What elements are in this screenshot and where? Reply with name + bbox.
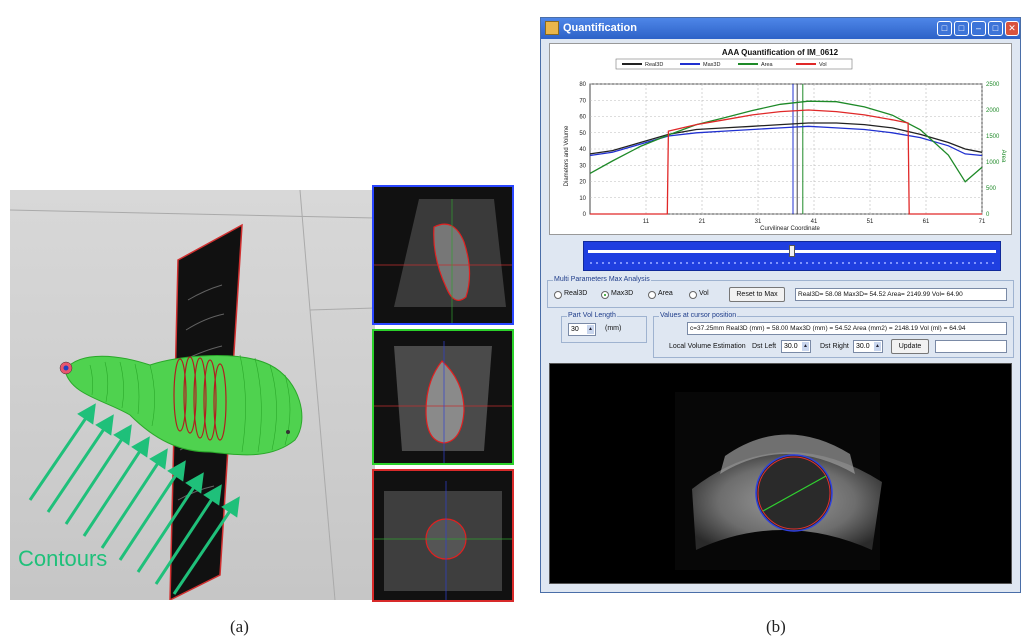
y-tick-label: 70: [579, 98, 586, 104]
spin-arrows-icon[interactable]: ▲: [587, 325, 594, 334]
dst-left-label: Dst Left: [752, 343, 777, 350]
radio-max3d[interactable]: [601, 291, 609, 299]
radio-area[interactable]: [648, 291, 656, 299]
side-view-sagittal[interactable]: [372, 329, 514, 465]
radio-real3d-label: Real3D: [564, 290, 588, 297]
chart-title: AAA Quantification of IM_0612: [722, 48, 839, 57]
y2-tick-label: 1000: [986, 160, 1000, 166]
x-tick-label: 51: [867, 219, 874, 225]
y-tick-label: 60: [579, 115, 586, 121]
radio-vol-label: Vol: [699, 290, 709, 297]
radio-real3d[interactable]: [554, 291, 562, 299]
slider-ticks: [590, 262, 996, 264]
minimize-icon[interactable]: –: [971, 21, 986, 36]
y2-tick-label: 500: [986, 186, 997, 192]
local-volume-result: [935, 340, 1007, 353]
cursor-values-label: Values at cursor position: [659, 312, 738, 319]
chart-legend: Real3D Max3D Area Vol: [615, 58, 853, 70]
caption-b: (b): [766, 617, 786, 636]
local-volume-label: Local Volume Estimation: [669, 343, 746, 350]
window-title: Quantification: [563, 22, 637, 34]
part-vol-label: Part Vol Length: [567, 312, 617, 319]
y-tick-label: 10: [579, 196, 586, 202]
title-bar[interactable]: Quantification □ □ – □ ✕: [541, 18, 1020, 39]
spin-arrows-icon[interactable]: ▲: [802, 342, 809, 351]
y-axis-label: Diameters and Volume: [564, 125, 570, 186]
update-button[interactable]: Update: [891, 339, 929, 354]
part-vol-value: 30: [571, 326, 579, 333]
quantification-window: Quantification □ □ – □ ✕ AAA Quantificat…: [540, 17, 1021, 593]
legend-label: Area: [761, 62, 774, 68]
dst-right-stepper[interactable]: 30.0 ▲: [853, 340, 883, 353]
ultrasound-view[interactable]: [549, 363, 1012, 584]
max-analysis-readout: Real3D= 58.08 Max3D= 54.52 Area= 2149.99…: [795, 288, 1007, 301]
y-tick-label: 80: [579, 82, 586, 88]
restore-icon[interactable]: □: [937, 21, 952, 36]
contours-label: Contours: [18, 546, 107, 571]
x-tick-label: 21: [699, 219, 706, 225]
legend-label: Real3D: [645, 62, 663, 68]
y2-tick-label: 2500: [986, 82, 1000, 88]
cursor-values-readout: c=37.25mm Real3D (mm) = 58.00 Max3D (mm)…: [687, 322, 1007, 335]
x-tick-label: 71: [979, 219, 986, 225]
dst-left-stepper[interactable]: 30.0 ▲: [781, 340, 811, 353]
x-axis-label: Curvilinear Coordinate: [760, 226, 820, 232]
caption-a: (a): [230, 617, 249, 636]
chart-svg: AAA Quantification of IM_0612 Real3D Max3…: [564, 48, 1006, 232]
radio-max3d-label: Max3D: [611, 290, 634, 297]
radio-vol[interactable]: [689, 291, 697, 299]
part-vol-stepper[interactable]: 30 ▲: [568, 323, 596, 336]
y2-tick-label: 1500: [986, 134, 1000, 140]
dst-right-label: Dst Right: [820, 343, 849, 350]
legend-label: Max3D: [703, 62, 720, 68]
radio-area-label: Area: [658, 290, 673, 297]
quantification-chart[interactable]: AAA Quantification of IM_0612 Real3D Max3…: [549, 43, 1012, 235]
y-tick-label: 40: [579, 147, 586, 153]
side-view-axial[interactable]: [372, 185, 514, 325]
slider-thumb[interactable]: [789, 245, 795, 257]
x-tick-label: 31: [755, 219, 762, 225]
y2-tick-label: 2000: [986, 108, 1000, 114]
3d-contour-scene[interactable]: Contours: [10, 190, 375, 600]
part-vol-unit: (mm): [605, 325, 622, 332]
y2-tick-label: 0: [986, 212, 990, 218]
x-tick-label: 61: [923, 219, 930, 225]
app-icon: [545, 21, 559, 35]
restore-icon[interactable]: □: [954, 21, 969, 36]
legend-label: Vol: [819, 62, 827, 68]
y-tick-label: 20: [579, 180, 586, 186]
close-icon[interactable]: ✕: [1005, 21, 1019, 36]
x-tick-label: 11: [643, 219, 650, 225]
x-tick-label: 41: [811, 219, 818, 225]
maximize-icon[interactable]: □: [988, 21, 1003, 36]
dst-right-value: 30.0: [856, 343, 870, 350]
y-tick-label: 0: [583, 212, 587, 218]
spin-arrows-icon[interactable]: ▲: [874, 342, 881, 351]
y-tick-label: 30: [579, 163, 586, 169]
reset-to-max-button[interactable]: Reset to Max: [729, 287, 785, 302]
side-view-coronal[interactable]: [372, 469, 514, 602]
y2-axis-label: Area: [1000, 150, 1006, 163]
curvilinear-slider[interactable]: [583, 241, 1001, 271]
y-tick-label: 50: [579, 131, 586, 137]
dst-left-value: 30.0: [784, 343, 798, 350]
max-analysis-label: Multi Parameters Max Analysis: [553, 276, 651, 283]
